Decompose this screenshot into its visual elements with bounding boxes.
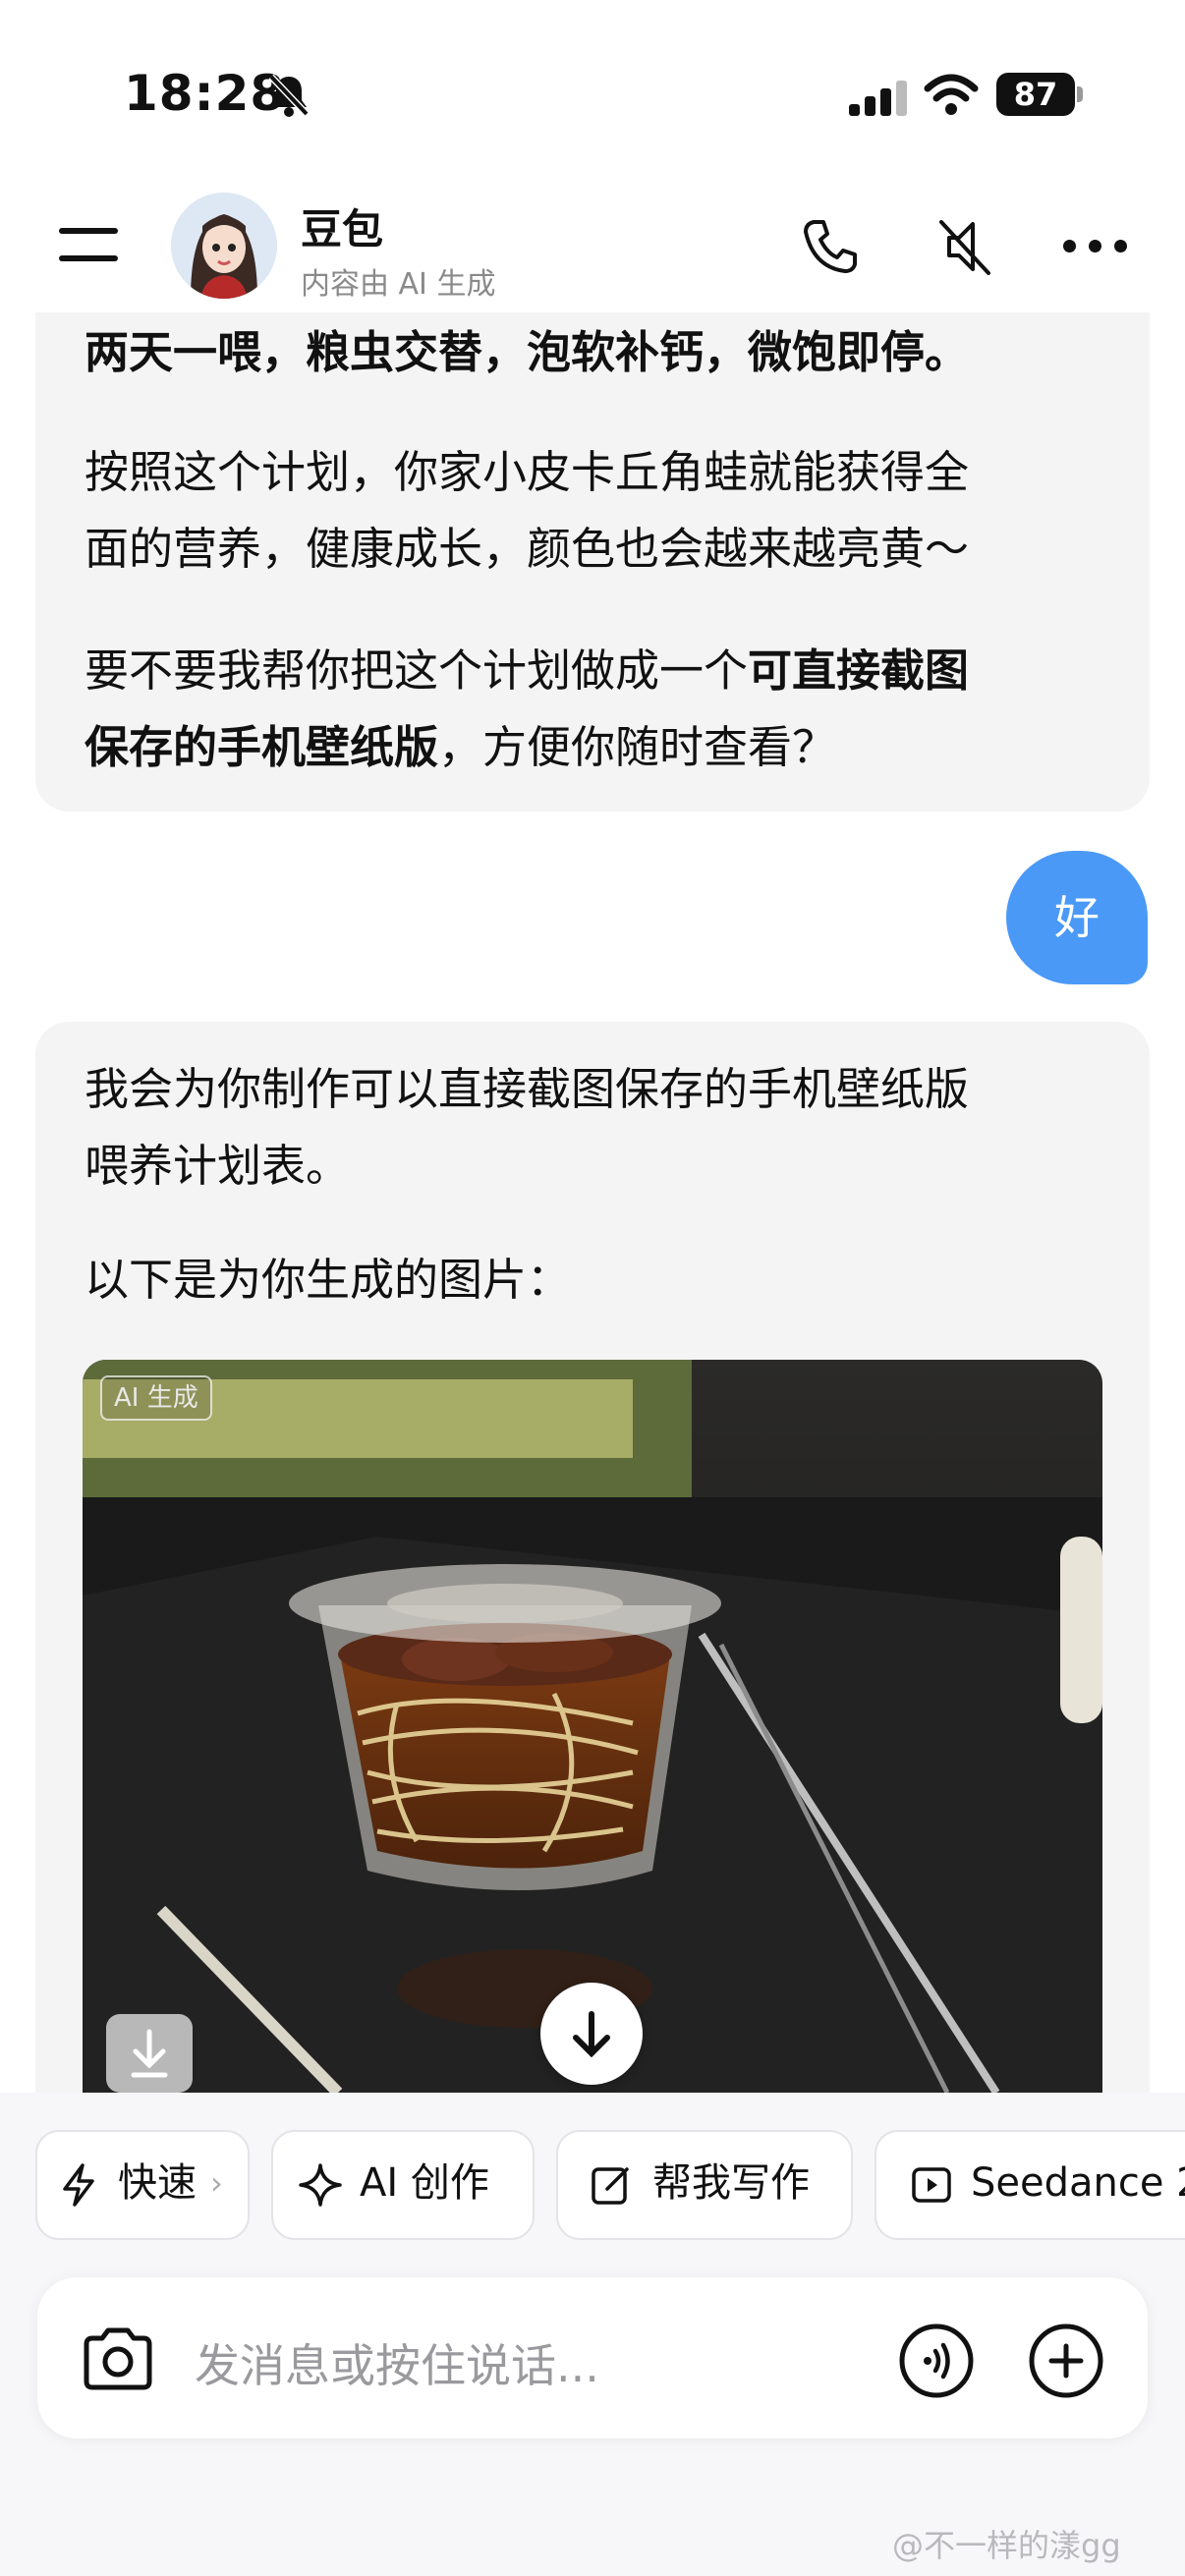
chat-title: 豆包 bbox=[301, 205, 384, 253]
chevron-right-icon: › bbox=[210, 2164, 223, 2202]
camera-icon[interactable] bbox=[79, 2324, 157, 2393]
menu-icon[interactable] bbox=[55, 218, 124, 269]
quick-action-seedance[interactable]: Seedance 2 bbox=[875, 2130, 1185, 2240]
lightning-icon bbox=[63, 2163, 94, 2207]
edit-icon bbox=[592, 2167, 629, 2205]
image-download-button[interactable] bbox=[106, 2014, 193, 2093]
avatar[interactable] bbox=[171, 193, 277, 299]
plus-icon[interactable] bbox=[1028, 2323, 1104, 2399]
message-paragraph: 两天一喂，粮虫交替，泡软补钙，微饱即停。 bbox=[85, 326, 970, 378]
signal-icon bbox=[849, 81, 908, 116]
message-paragraph: 按照这个计划，你家小皮卡丘角蛙就能获得全 面的营养，健康成长，颜色也会越来越亮黄… bbox=[85, 446, 970, 575]
phone-icon[interactable] bbox=[800, 216, 861, 277]
voice-call-icon[interactable] bbox=[898, 2323, 975, 2399]
mute-bell-icon bbox=[268, 74, 310, 117]
battery-nub bbox=[1077, 86, 1083, 102]
battery-indicator: 87 bbox=[996, 73, 1075, 116]
watermark: @不一样的漾gg bbox=[892, 2527, 1121, 2564]
arrow-down-icon bbox=[573, 2011, 610, 2058]
message-paragraph: 我会为你制作可以直接截图保存的手机壁纸版 喂养计划表。 bbox=[85, 1063, 970, 1192]
chat-subtitle: 内容由 AI 生成 bbox=[301, 267, 496, 302]
scroll-to-bottom-button[interactable] bbox=[540, 1983, 643, 2085]
message-input[interactable]: 发消息或按住说话... bbox=[195, 2330, 599, 2395]
ai-generated-badge: AI 生成 bbox=[100, 1375, 212, 1421]
speaker-mute-icon[interactable] bbox=[933, 214, 996, 279]
quick-action-writing[interactable]: 帮我写作 bbox=[556, 2130, 853, 2240]
message-paragraph: 要不要我帮你把这个计划做成一个可直接截图 保存的手机壁纸版，方便你随时查看？ bbox=[85, 644, 970, 773]
message-paragraph: 以下是为你生成的图片： bbox=[85, 1254, 572, 1306]
wifi-icon bbox=[924, 74, 979, 115]
download-icon bbox=[131, 2029, 168, 2078]
more-icon[interactable] bbox=[1063, 240, 1132, 253]
status-time: 18:28 bbox=[124, 65, 286, 122]
user-message-bubble: 好 bbox=[1006, 851, 1148, 984]
avatar-image bbox=[171, 193, 277, 299]
video-icon bbox=[912, 2167, 951, 2203]
quick-action-fast[interactable]: 快速 › bbox=[35, 2130, 250, 2240]
sparkle-icon bbox=[299, 2163, 342, 2207]
quick-action-ai-create[interactable]: AI 创作 bbox=[271, 2130, 535, 2240]
